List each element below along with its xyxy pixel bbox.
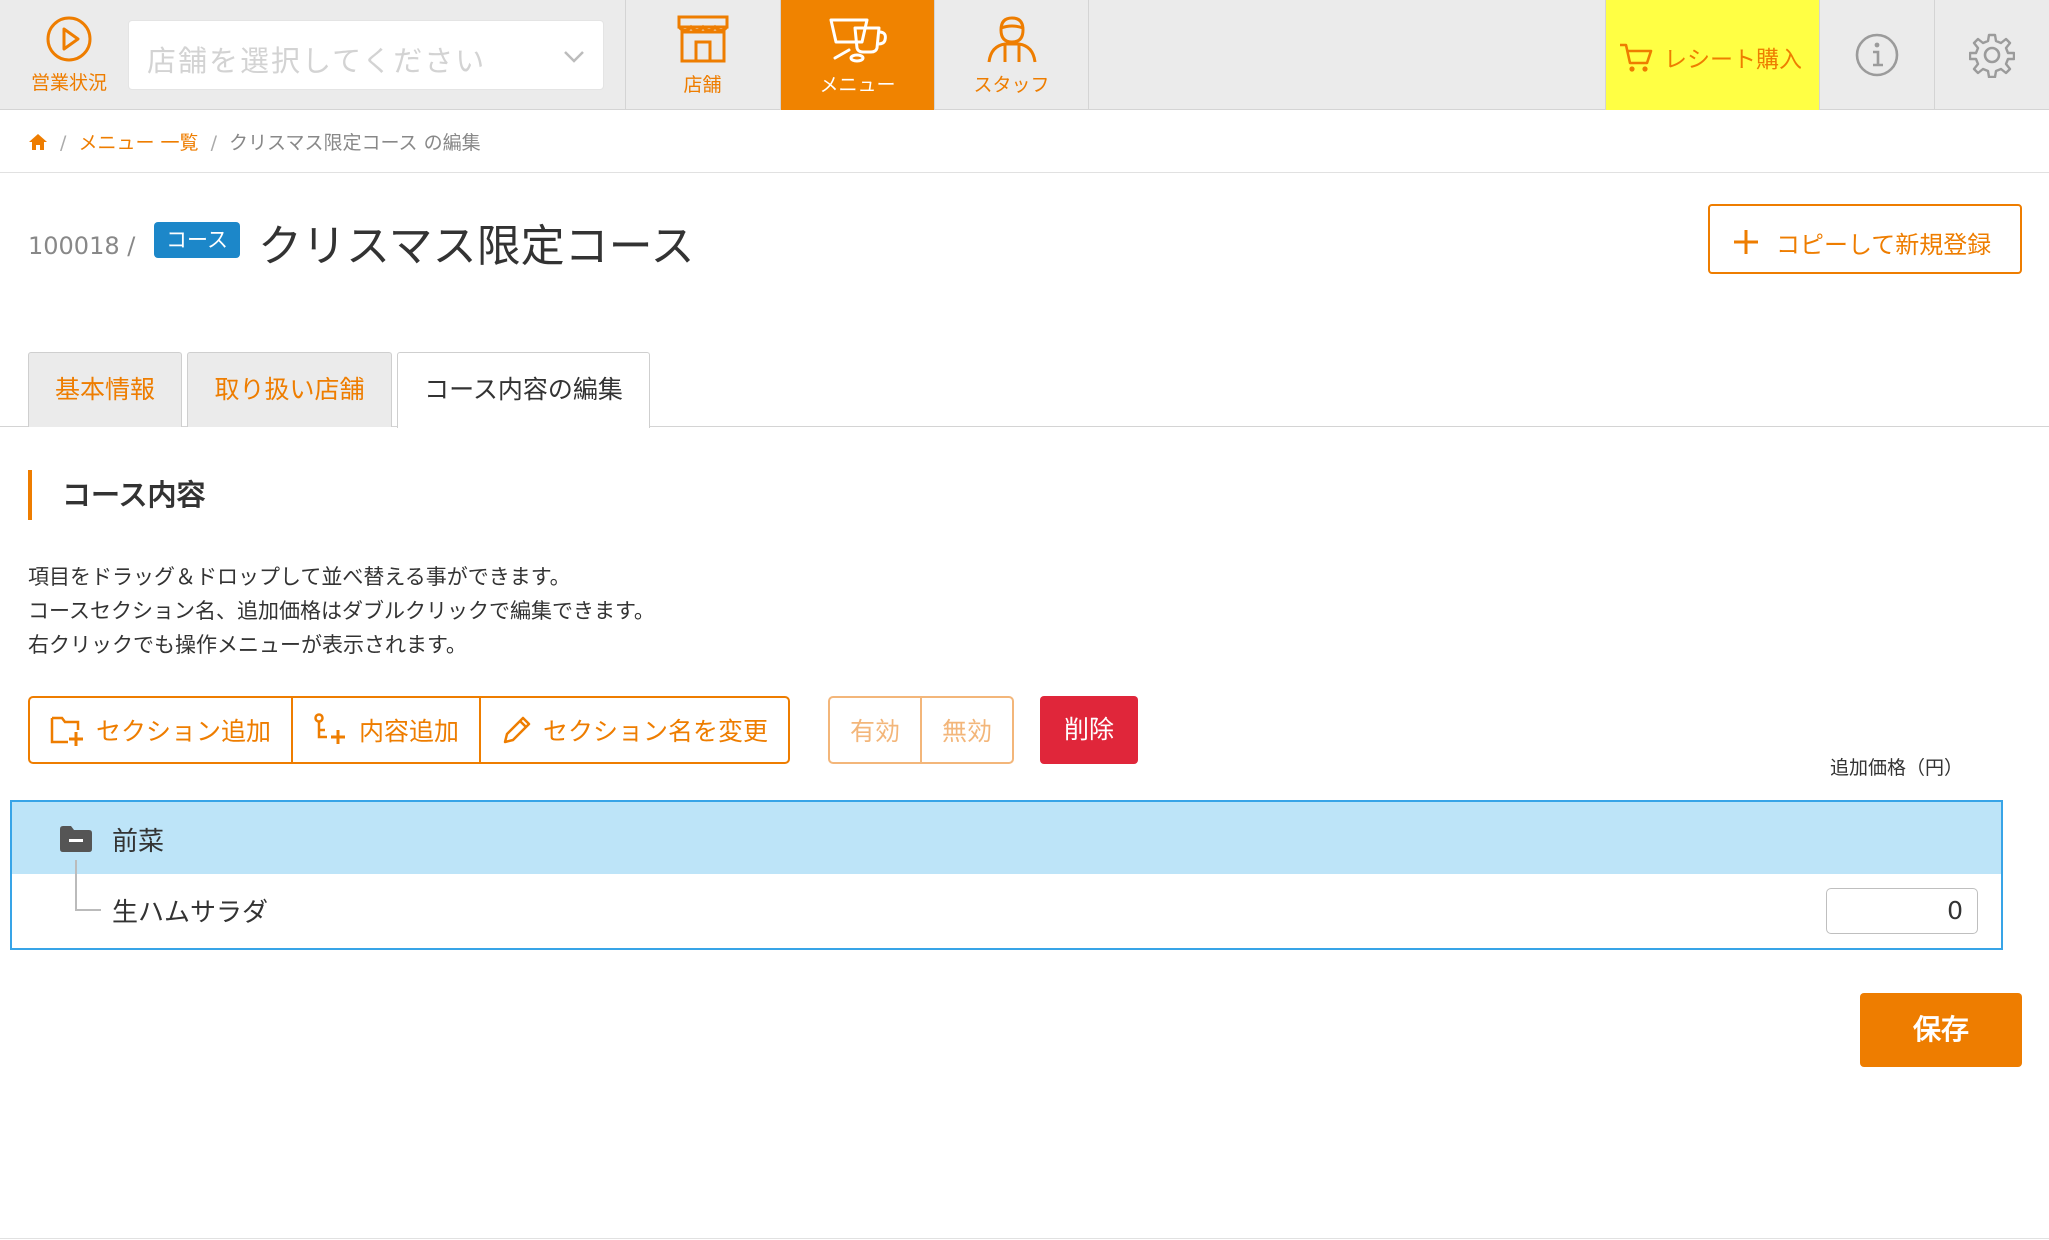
breadcrumb-current: クリスマス限定コース の編集 xyxy=(229,132,481,154)
business-status-button[interactable]: 営業状況 xyxy=(14,12,124,102)
add-section-button[interactable]: セクション追加 xyxy=(30,698,294,762)
plus-icon xyxy=(1734,230,1758,254)
help-line: 項目をドラッグ＆ドロップして並べ替える事ができます。 xyxy=(28,565,571,589)
tab-stores[interactable]: 取り扱い店舗 xyxy=(187,352,392,427)
cup-icon xyxy=(829,18,887,63)
page-title: クリスマス限定コース xyxy=(258,221,695,272)
store-select-placeholder: 店舗を選択してください xyxy=(147,44,487,78)
delete-button[interactable]: 削除 xyxy=(1040,696,1138,764)
divider xyxy=(0,172,2049,173)
nav-menu-label: メニュー xyxy=(819,74,896,96)
nav-store-label: 店舗 xyxy=(683,74,722,96)
add-section-label: セクション追加 xyxy=(96,717,272,746)
store-select[interactable]: 店舗を選択してください xyxy=(128,20,604,90)
tab-basic-info[interactable]: 基本情報 xyxy=(28,352,182,427)
copy-new-label: コピーして新規登録 xyxy=(1776,231,1992,259)
tree-section-label: 前菜 xyxy=(112,827,165,857)
rename-section-label: セクション名を変更 xyxy=(543,717,769,746)
settings-button[interactable] xyxy=(1934,0,2049,110)
nav-store[interactable]: 店舗 xyxy=(625,0,779,110)
tree-connector xyxy=(75,909,101,911)
help-text: 項目をドラッグ＆ドロップして並べ替える事ができます。 コースセクション名、追加価… xyxy=(28,560,655,662)
tree-item-label: 生ハムサラダ xyxy=(112,898,269,928)
course-tree: 前菜 生ハムサラダ 0 xyxy=(10,800,2003,950)
receipt-purchase-label: レシート購入 xyxy=(1664,47,1802,73)
chevron-down-icon xyxy=(564,51,584,63)
enable-button[interactable]: 有効 xyxy=(830,698,923,762)
cart-icon xyxy=(1620,43,1653,72)
nav-menu[interactable]: メニュー xyxy=(780,0,934,110)
help-line: 右クリックでも操作メニューが表示されます。 xyxy=(28,633,467,657)
status-button-group: 有効 無効 xyxy=(828,696,1015,764)
breadcrumb: / メニュー 一覧 / クリスマス限定コース の編集 xyxy=(28,128,481,155)
section-heading: コース内容 xyxy=(28,470,206,520)
receipt-purchase-button[interactable]: レシート購入 xyxy=(1605,0,1819,110)
breadcrumb-separator: / xyxy=(60,132,67,154)
tab-course-edit[interactable]: コース内容の編集 xyxy=(397,352,650,428)
business-status-label: 営業状況 xyxy=(30,72,107,94)
tree-connector xyxy=(75,860,77,910)
add-content-button[interactable]: 内容追加 xyxy=(293,698,482,762)
edit-button-group: セクション追加 内容追加 セクション名を変更 xyxy=(28,696,791,764)
item-id: 100018 / xyxy=(28,232,136,260)
tree-section-row[interactable]: 前菜 xyxy=(12,802,2001,874)
nav-divider xyxy=(1088,0,1089,110)
info-icon xyxy=(1855,33,1899,77)
rename-section-button[interactable]: セクション名を変更 xyxy=(481,698,788,762)
tree-add-icon xyxy=(314,713,346,744)
footer-divider xyxy=(0,1238,2049,1239)
add-content-label: 内容追加 xyxy=(359,717,460,746)
home-icon[interactable] xyxy=(28,133,48,151)
folder-plus-icon xyxy=(50,716,83,746)
breadcrumb-separator: / xyxy=(210,132,217,154)
additional-price-input[interactable]: 0 xyxy=(1826,888,1978,934)
gear-icon xyxy=(1969,33,2015,78)
staff-icon xyxy=(987,16,1036,63)
top-navigation-bar: 営業状況 店舗を選択してください 店舗 メニュー スタッフ レシート購入 xyxy=(0,0,2049,110)
save-button[interactable]: 保存 xyxy=(1860,993,2022,1067)
help-line: コースセクション名、追加価格はダブルクリックで編集できます。 xyxy=(28,599,655,623)
nav-staff-label: スタッフ xyxy=(973,74,1050,96)
type-badge: コース xyxy=(154,222,240,258)
folder-collapse-icon[interactable] xyxy=(60,826,92,852)
nav-staff[interactable]: スタッフ xyxy=(934,0,1088,110)
copy-new-button[interactable]: コピーして新規登録 xyxy=(1708,204,2022,274)
disable-button[interactable]: 無効 xyxy=(922,698,1012,762)
price-column-header: 追加価格（円） xyxy=(1830,757,1964,779)
play-circle-icon xyxy=(46,16,92,62)
breadcrumb-menu-list[interactable]: メニュー 一覧 xyxy=(79,132,199,154)
info-button[interactable] xyxy=(1819,0,1934,110)
store-icon xyxy=(677,15,728,63)
pencil-icon xyxy=(503,716,531,744)
